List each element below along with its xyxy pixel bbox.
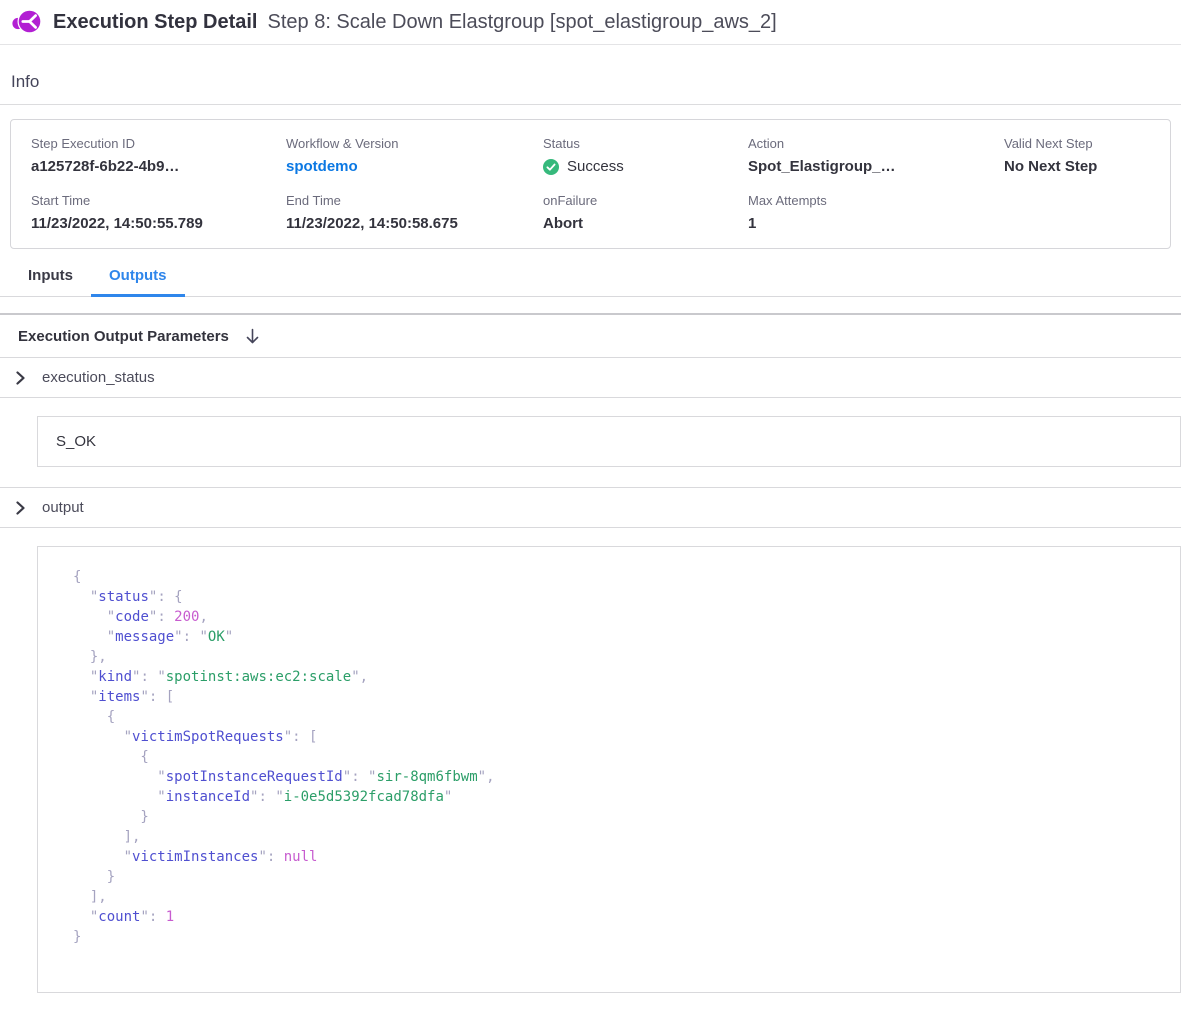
field-value: a125728f-6b22-4b9… — [31, 158, 286, 175]
field-label: Status — [543, 136, 748, 151]
param-name: execution_status — [42, 369, 155, 386]
download-arrow-icon[interactable] — [245, 328, 260, 345]
page-subtitle: Step 8: Scale Down Elastgroup [spot_elas… — [268, 11, 777, 34]
execution-status-content: S_OK — [0, 398, 1181, 488]
field-label: End Time — [286, 193, 543, 208]
field-end-time: End Time 11/23/2022, 14:50:58.675 — [286, 193, 543, 232]
field-action: Action Spot_Elastigroup_… — [748, 136, 1004, 175]
success-check-icon — [543, 159, 559, 175]
status-text: Success — [567, 158, 624, 175]
status-value: Success — [543, 158, 748, 175]
field-value: 11/23/2022, 14:50:58.675 — [286, 215, 543, 232]
field-label: Valid Next Step — [1004, 136, 1150, 151]
field-valid-next-step: Valid Next Step No Next Step — [1004, 136, 1150, 175]
param-row-execution-status[interactable]: execution_status — [0, 358, 1181, 398]
field-value: Abort — [543, 215, 748, 232]
info-heading-label: Info — [11, 72, 39, 91]
field-status: Status Success — [543, 136, 748, 175]
io-tabs: Inputs Outputs — [0, 267, 1181, 297]
execution-status-value: S_OK — [37, 416, 1181, 467]
output-params-header: Execution Output Parameters — [0, 315, 1181, 358]
field-max-attempts: Max Attempts 1 — [748, 193, 1004, 232]
brand-logo-icon — [12, 8, 41, 37]
info-section-heading: Info — [0, 45, 1181, 105]
tab-outputs[interactable]: Outputs — [91, 267, 185, 297]
field-label: onFailure — [543, 193, 748, 208]
output-params-title: Execution Output Parameters — [18, 328, 229, 345]
field-value: Spot_Elastigroup_… — [748, 158, 1004, 175]
field-onfailure: onFailure Abort — [543, 193, 748, 232]
output-json-code: { "status": { "code": 200, "message": "O… — [73, 567, 1170, 947]
field-start-time: Start Time 11/23/2022, 14:50:55.789 — [31, 193, 286, 232]
output-json-box: { "status": { "code": 200, "message": "O… — [37, 546, 1181, 993]
page-title: Execution Step Detail — [53, 11, 258, 34]
field-label: Start Time — [31, 193, 286, 208]
workflow-link[interactable]: spotdemo — [286, 158, 543, 175]
field-workflow-version: Workflow & Version spotdemo — [286, 136, 543, 175]
param-name: output — [42, 499, 84, 516]
chevron-right-icon — [16, 501, 25, 515]
field-value: No Next Step — [1004, 158, 1150, 175]
chevron-right-icon — [16, 371, 25, 385]
tab-inputs[interactable]: Inputs — [10, 267, 91, 296]
output-content: { "status": { "code": 200, "message": "O… — [0, 528, 1181, 993]
field-value: 1 — [748, 215, 1004, 232]
field-label: Max Attempts — [748, 193, 1004, 208]
app-header: Execution Step Detail Step 8: Scale Down… — [0, 0, 1181, 45]
field-step-execution-id: Step Execution ID a125728f-6b22-4b9… — [31, 136, 286, 175]
field-label: Action — [748, 136, 1004, 151]
param-row-output[interactable]: output — [0, 488, 1181, 528]
field-label: Step Execution ID — [31, 136, 286, 151]
field-label: Workflow & Version — [286, 136, 543, 151]
info-card: Step Execution ID a125728f-6b22-4b9… Wor… — [10, 119, 1171, 249]
field-value: 11/23/2022, 14:50:55.789 — [31, 215, 286, 232]
